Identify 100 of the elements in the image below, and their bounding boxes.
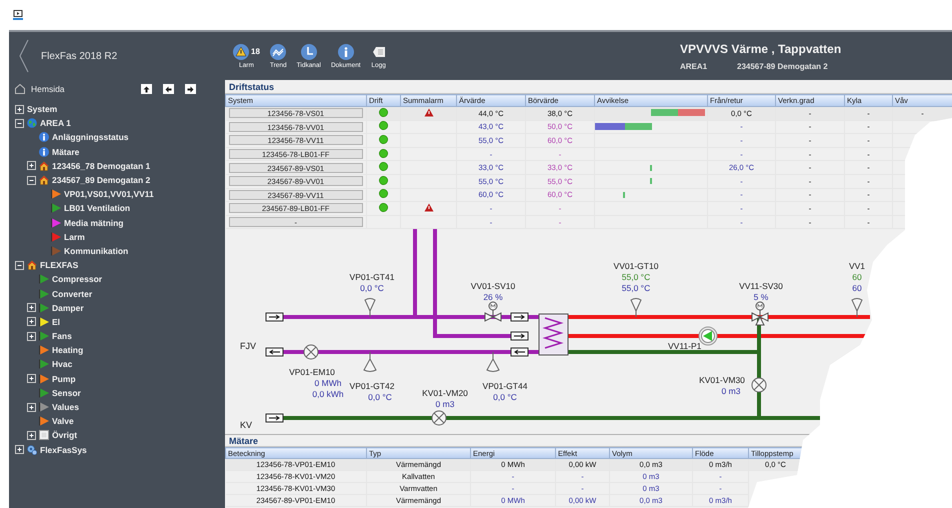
tag-label: VP01-EM10 <box>289 367 335 378</box>
sensor-icon[interactable] <box>364 298 376 318</box>
tree-item[interactable]: AREA 1 <box>9 116 225 130</box>
reading-label: 60 <box>852 272 862 282</box>
sensor-icon[interactable] <box>364 352 376 372</box>
flag-icon <box>39 416 49 426</box>
tag-label: VV1 <box>848 261 866 272</box>
flag-icon <box>51 218 61 228</box>
flag-icon <box>51 232 61 242</box>
tag-label: KV01-VM20 <box>422 388 468 398</box>
arrow-up-icon <box>143 86 150 92</box>
expand-icon[interactable] <box>15 445 24 454</box>
info-icon <box>338 44 354 60</box>
tree-item[interactable]: 123456_78 Demogatan 1 <box>9 158 225 173</box>
tree-item[interactable]: Damper <box>9 300 225 315</box>
address-label: 234567-89 Demogatan 2 <box>737 62 828 70</box>
reading-label: 55,0 °C <box>622 272 650 282</box>
flag-icon <box>51 246 61 256</box>
tag-label: VV11-P1 <box>668 341 702 352</box>
reading-label: 26 % <box>483 292 503 302</box>
clock-icon <box>300 44 317 60</box>
meter-icon[interactable] <box>752 378 766 393</box>
expand-icon[interactable] <box>27 332 36 341</box>
tree-item[interactable]: Valve <box>9 414 225 428</box>
sensor-icon[interactable] <box>852 298 862 318</box>
expand-icon[interactable] <box>15 104 24 114</box>
flag-icon <box>39 345 49 356</box>
home-link[interactable]: Hemsida <box>31 84 135 94</box>
tree-item[interactable]: Compressor <box>9 272 225 286</box>
tree-item[interactable]: Sensor <box>9 386 225 400</box>
house-icon <box>27 260 37 270</box>
expand-icon[interactable] <box>27 303 36 312</box>
flag-icon <box>51 189 61 200</box>
sensor-icon[interactable] <box>486 352 500 372</box>
tree-item[interactable]: FlexFasSys <box>9 442 225 457</box>
tree-item[interactable]: Pump <box>9 372 225 386</box>
info-icon <box>39 146 49 157</box>
valve-icon[interactable] <box>484 302 502 322</box>
up-button[interactable] <box>141 84 152 94</box>
tree-item[interactable]: Fans <box>9 329 225 344</box>
tree-item[interactable]: Kommunikation <box>9 244 225 258</box>
tree-item[interactable]: Larm <box>9 230 225 244</box>
monitor-icon[interactable] <box>13 10 23 20</box>
app-title: FlexFas 2018 R2 <box>41 50 118 62</box>
tree-item[interactable]: Values <box>9 400 225 414</box>
tree-item[interactable]: System <box>9 102 225 116</box>
expand-icon[interactable] <box>27 402 36 412</box>
tag-label: VV01-GT10 <box>614 261 658 272</box>
tree-item[interactable]: 234567_89 Demogatan 2 <box>9 172 225 188</box>
back-button[interactable] <box>163 84 174 94</box>
gears-icon <box>27 444 37 455</box>
sensor-icon[interactable] <box>630 298 642 318</box>
meter-icon[interactable] <box>432 410 446 426</box>
tree-item[interactable]: Övrigt <box>9 428 225 442</box>
tag-label: KV01-VM30 <box>699 375 745 386</box>
arrow-right-icon <box>187 86 194 92</box>
tree-item[interactable]: Converter <box>9 286 225 301</box>
flag-icon <box>39 288 49 299</box>
flag-icon <box>39 388 49 398</box>
flag-icon <box>51 203 61 214</box>
flag-icon <box>39 374 49 384</box>
valve-icon[interactable] <box>752 302 768 326</box>
tree-item[interactable]: Hvac <box>9 357 225 372</box>
tree-item[interactable]: El <box>9 314 225 329</box>
tree-item[interactable]: VP01,VS01,VV01,VV11 <box>9 187 225 202</box>
reading-label: 0 m3 <box>722 386 740 396</box>
square-icon <box>39 430 49 440</box>
reading-label: 0,0 °C <box>493 392 517 402</box>
area-label: AREA1 <box>680 62 708 70</box>
tree-item[interactable]: Anläggningsstatus <box>9 130 225 145</box>
arrow-left-icon <box>165 86 172 92</box>
meter-icon[interactable] <box>304 344 318 360</box>
forward-button[interactable] <box>185 84 196 94</box>
tree-item[interactable]: LB01 Ventilation <box>9 201 225 216</box>
house-icon <box>39 160 49 171</box>
tree-item[interactable]: Media mätning <box>9 216 225 230</box>
tree-item[interactable]: Mätare <box>9 144 225 159</box>
flag-icon <box>39 331 49 342</box>
expand-icon[interactable] <box>27 430 36 440</box>
expand-icon[interactable] <box>27 374 36 384</box>
page-title: VPVVVS Värme , Tappvatten <box>680 42 842 56</box>
expand-icon[interactable] <box>27 161 36 170</box>
collapse-icon[interactable] <box>27 176 36 185</box>
expand-icon[interactable] <box>27 317 36 326</box>
flag-icon <box>39 402 49 412</box>
back-icon[interactable] <box>19 39 29 73</box>
home-icon[interactable] <box>15 84 25 94</box>
reading-label: 5 % <box>754 292 768 302</box>
collapse-icon[interactable] <box>15 260 24 270</box>
pipe-label: FJV <box>240 341 256 352</box>
flag-icon <box>39 274 49 284</box>
tree-item[interactable]: Heating <box>9 343 225 358</box>
info-icon <box>39 132 49 142</box>
heat-exchanger-icon[interactable] <box>538 314 568 356</box>
tree-item[interactable]: FLEXFAS <box>9 258 225 272</box>
alarm-count: 18 <box>251 47 260 56</box>
collapse-icon[interactable] <box>15 118 24 128</box>
tag-label: VV11-SV30 <box>739 281 783 292</box>
reading-label: 0,0 °C <box>368 392 392 402</box>
house-icon <box>39 175 49 186</box>
